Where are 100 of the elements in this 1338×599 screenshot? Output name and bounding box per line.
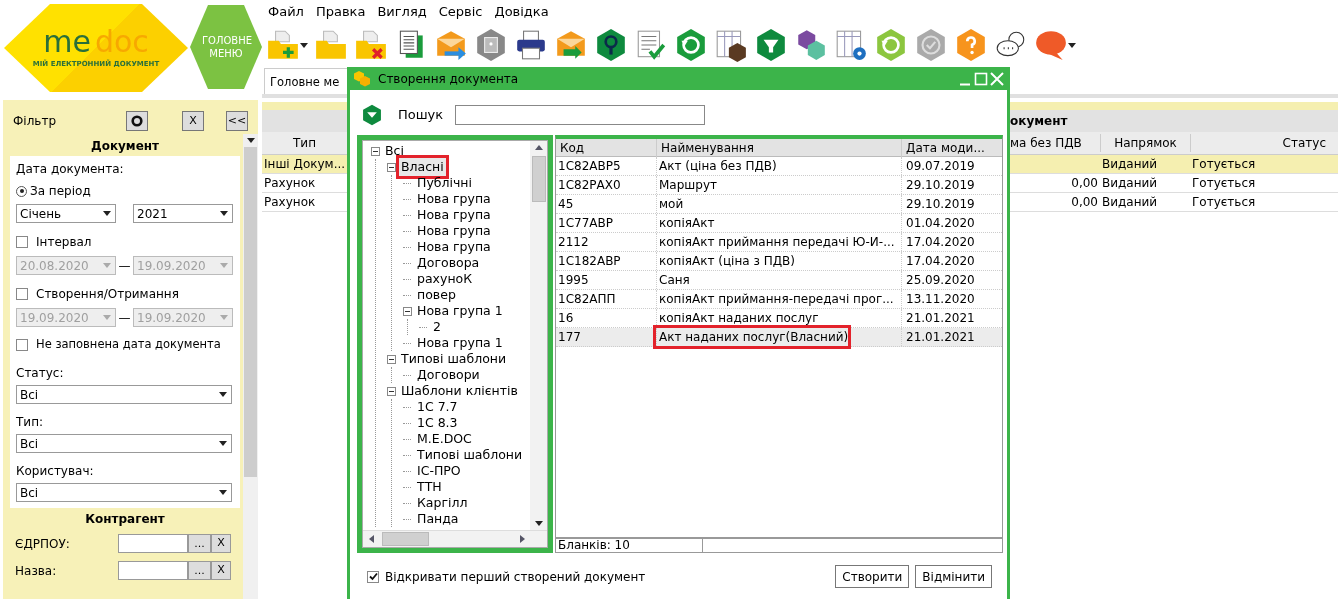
scrollbar[interactable] — [530, 141, 547, 530]
check-icon[interactable] — [914, 28, 948, 62]
table-row[interactable]: 2112 копіяАкт приймання передачі Ю-И-... 17.04.2020 — [556, 233, 1002, 252]
dropdown[interactable]: Всі — [16, 483, 232, 502]
dropdown[interactable]: Всі — [16, 385, 232, 404]
table-cell: 21.01.2021 — [901, 328, 1002, 346]
printer-icon[interactable] — [514, 28, 548, 62]
table-row[interactable]: 1С82РАХ0 Маршрут 29.10.2019 — [556, 176, 1002, 195]
dialog-button[interactable]: Створити — [835, 565, 910, 588]
collapse-icon[interactable] — [387, 386, 396, 396]
help-icon[interactable] — [954, 28, 988, 62]
menu-item[interactable]: Файл — [268, 2, 304, 22]
checkbox[interactable] — [16, 339, 28, 351]
table-cell-text: Готується — [1191, 175, 1257, 192]
radio-label: За період — [30, 183, 91, 200]
tree-item[interactable]: Власні — [399, 157, 446, 177]
clear-field-button[interactable]: X — [211, 561, 231, 580]
scroll-thumb[interactable] — [244, 147, 257, 477]
search-icon[interactable] — [594, 28, 628, 62]
table-cell-text: 1995 — [557, 272, 590, 289]
table-cell: Саня — [656, 271, 901, 289]
table-cell: копіяАкт наданих послуг — [656, 309, 901, 327]
collapse-button[interactable]: << — [226, 111, 248, 131]
search-field[interactable] — [455, 105, 706, 125]
table-cell-text: 177 — [557, 329, 582, 346]
caret-icon — [219, 392, 227, 397]
scroll-left-icon[interactable] — [369, 535, 374, 543]
scroll-thumb[interactable] — [382, 532, 429, 546]
table-cell: 01.04.2020 — [901, 214, 1002, 232]
browse-button[interactable]: ... — [188, 561, 211, 580]
table-cell-text: 0,00 — [1070, 175, 1099, 192]
checkbox[interactable] — [367, 570, 379, 583]
scroll-right-icon[interactable] — [520, 535, 525, 543]
column-header[interactable]: Статус — [1190, 134, 1338, 152]
table-row[interactable]: 177 Акт наданих послуг(Власний) 21.01.2021 — [556, 328, 1002, 347]
year-select[interactable]: 2021 — [133, 204, 233, 223]
search-label: Пошук — [398, 106, 444, 125]
safe-icon[interactable] — [474, 28, 508, 62]
table-row[interactable]: 45 мой 29.10.2019 — [556, 195, 1002, 214]
funnel-icon[interactable] — [754, 28, 788, 62]
folder-plus-icon[interactable] — [266, 28, 300, 62]
table-cell-text: Виданий — [1101, 194, 1159, 211]
column-header[interactable]: Тип — [262, 134, 347, 152]
table-cell: 13.11.2020 — [901, 290, 1002, 308]
table-title: окумент — [1010, 113, 1068, 130]
table-cell-text: 1С82АПП — [557, 291, 617, 308]
table-row[interactable]: 1С182АВР копіяАкт (ціна з ПДВ) 17.04.2020 — [556, 252, 1002, 271]
table-row[interactable]: 1С77АВР копіяАкт 01.04.2020 — [556, 214, 1002, 233]
table-row[interactable]: 16 копіяАкт наданих послуг 21.01.2021 — [556, 309, 1002, 328]
table-row[interactable]: 1С82АПП копіяАкт приймання-передачі прог... 13.11.2020 — [556, 290, 1002, 309]
table-cell: 17.04.2020 — [901, 233, 1002, 251]
table-cell-text: Рахунок — [263, 194, 317, 211]
clear-field-button[interactable]: X — [211, 534, 231, 553]
settings-button[interactable] — [126, 111, 148, 131]
collapse-icon[interactable] — [371, 146, 380, 156]
filter-title: Фільтр — [13, 113, 57, 130]
clear-button[interactable]: X — [182, 111, 204, 131]
table-cell-text: 2112 — [557, 234, 590, 251]
collapse-icon[interactable] — [387, 354, 396, 364]
scrollbar[interactable] — [243, 134, 258, 599]
column-header[interactable]: ма без ПДВ — [1010, 134, 1100, 152]
collapse-icon[interactable] — [403, 306, 412, 316]
column-header[interactable]: Код — [556, 139, 656, 157]
refresh-icon[interactable] — [674, 28, 708, 62]
envelope-icon[interactable] — [554, 28, 588, 62]
speech-bubble-icon[interactable] — [1034, 28, 1068, 62]
dropdown-caret-icon — [300, 42, 308, 48]
collapse-icon[interactable] — [387, 162, 396, 172]
table-cell: Акт наданих послуг(Власний) — [656, 328, 848, 346]
table-row[interactable]: 1С82АВР5 Акт (ціна без ПДВ) 09.07.2019 — [556, 157, 1002, 176]
column-header[interactable]: Напрямок — [1100, 134, 1190, 152]
menu-item[interactable]: Довідка — [494, 2, 549, 22]
menu-item[interactable]: Сервіс — [438, 2, 483, 22]
caret-icon — [103, 315, 111, 320]
dialog-button[interactable]: Відмінити — [915, 565, 992, 588]
folder-delete-icon[interactable] — [354, 28, 388, 62]
caret-icon — [220, 263, 228, 268]
text-field[interactable] — [118, 534, 188, 553]
table-row[interactable]: 1995 Саня 25.09.2020 — [556, 271, 1002, 290]
envelope-arrow-icon[interactable] — [434, 28, 468, 62]
maximize-icon[interactable] — [974, 71, 988, 86]
status-text: Бланків: 10 — [556, 539, 703, 552]
app-icon — [352, 69, 372, 88]
menu-item[interactable]: Вигляд — [377, 2, 427, 22]
table-cell-text: 1С82АВР5 — [557, 158, 622, 175]
checkbox-label: Відкривати перший створений документ — [385, 568, 647, 586]
field-label: Дата документа: — [16, 161, 125, 178]
close-icon[interactable] — [990, 71, 1004, 86]
text-field[interactable] — [118, 561, 188, 580]
dropdown[interactable]: Всі — [16, 434, 232, 453]
scrollbar[interactable] — [363, 530, 547, 547]
month-select[interactable]: Січень — [16, 204, 116, 223]
table-cell-text: 1С82РАХ0 — [557, 177, 622, 194]
caret-icon — [219, 490, 227, 495]
field-label: ЄДРПОУ: — [15, 535, 71, 553]
range-separator: — — [117, 309, 132, 327]
refresh-icon[interactable] — [874, 28, 908, 62]
browse-button[interactable]: ... — [188, 534, 211, 553]
scroll-thumb[interactable] — [531, 156, 546, 202]
menu-item[interactable]: Правка — [315, 2, 366, 22]
